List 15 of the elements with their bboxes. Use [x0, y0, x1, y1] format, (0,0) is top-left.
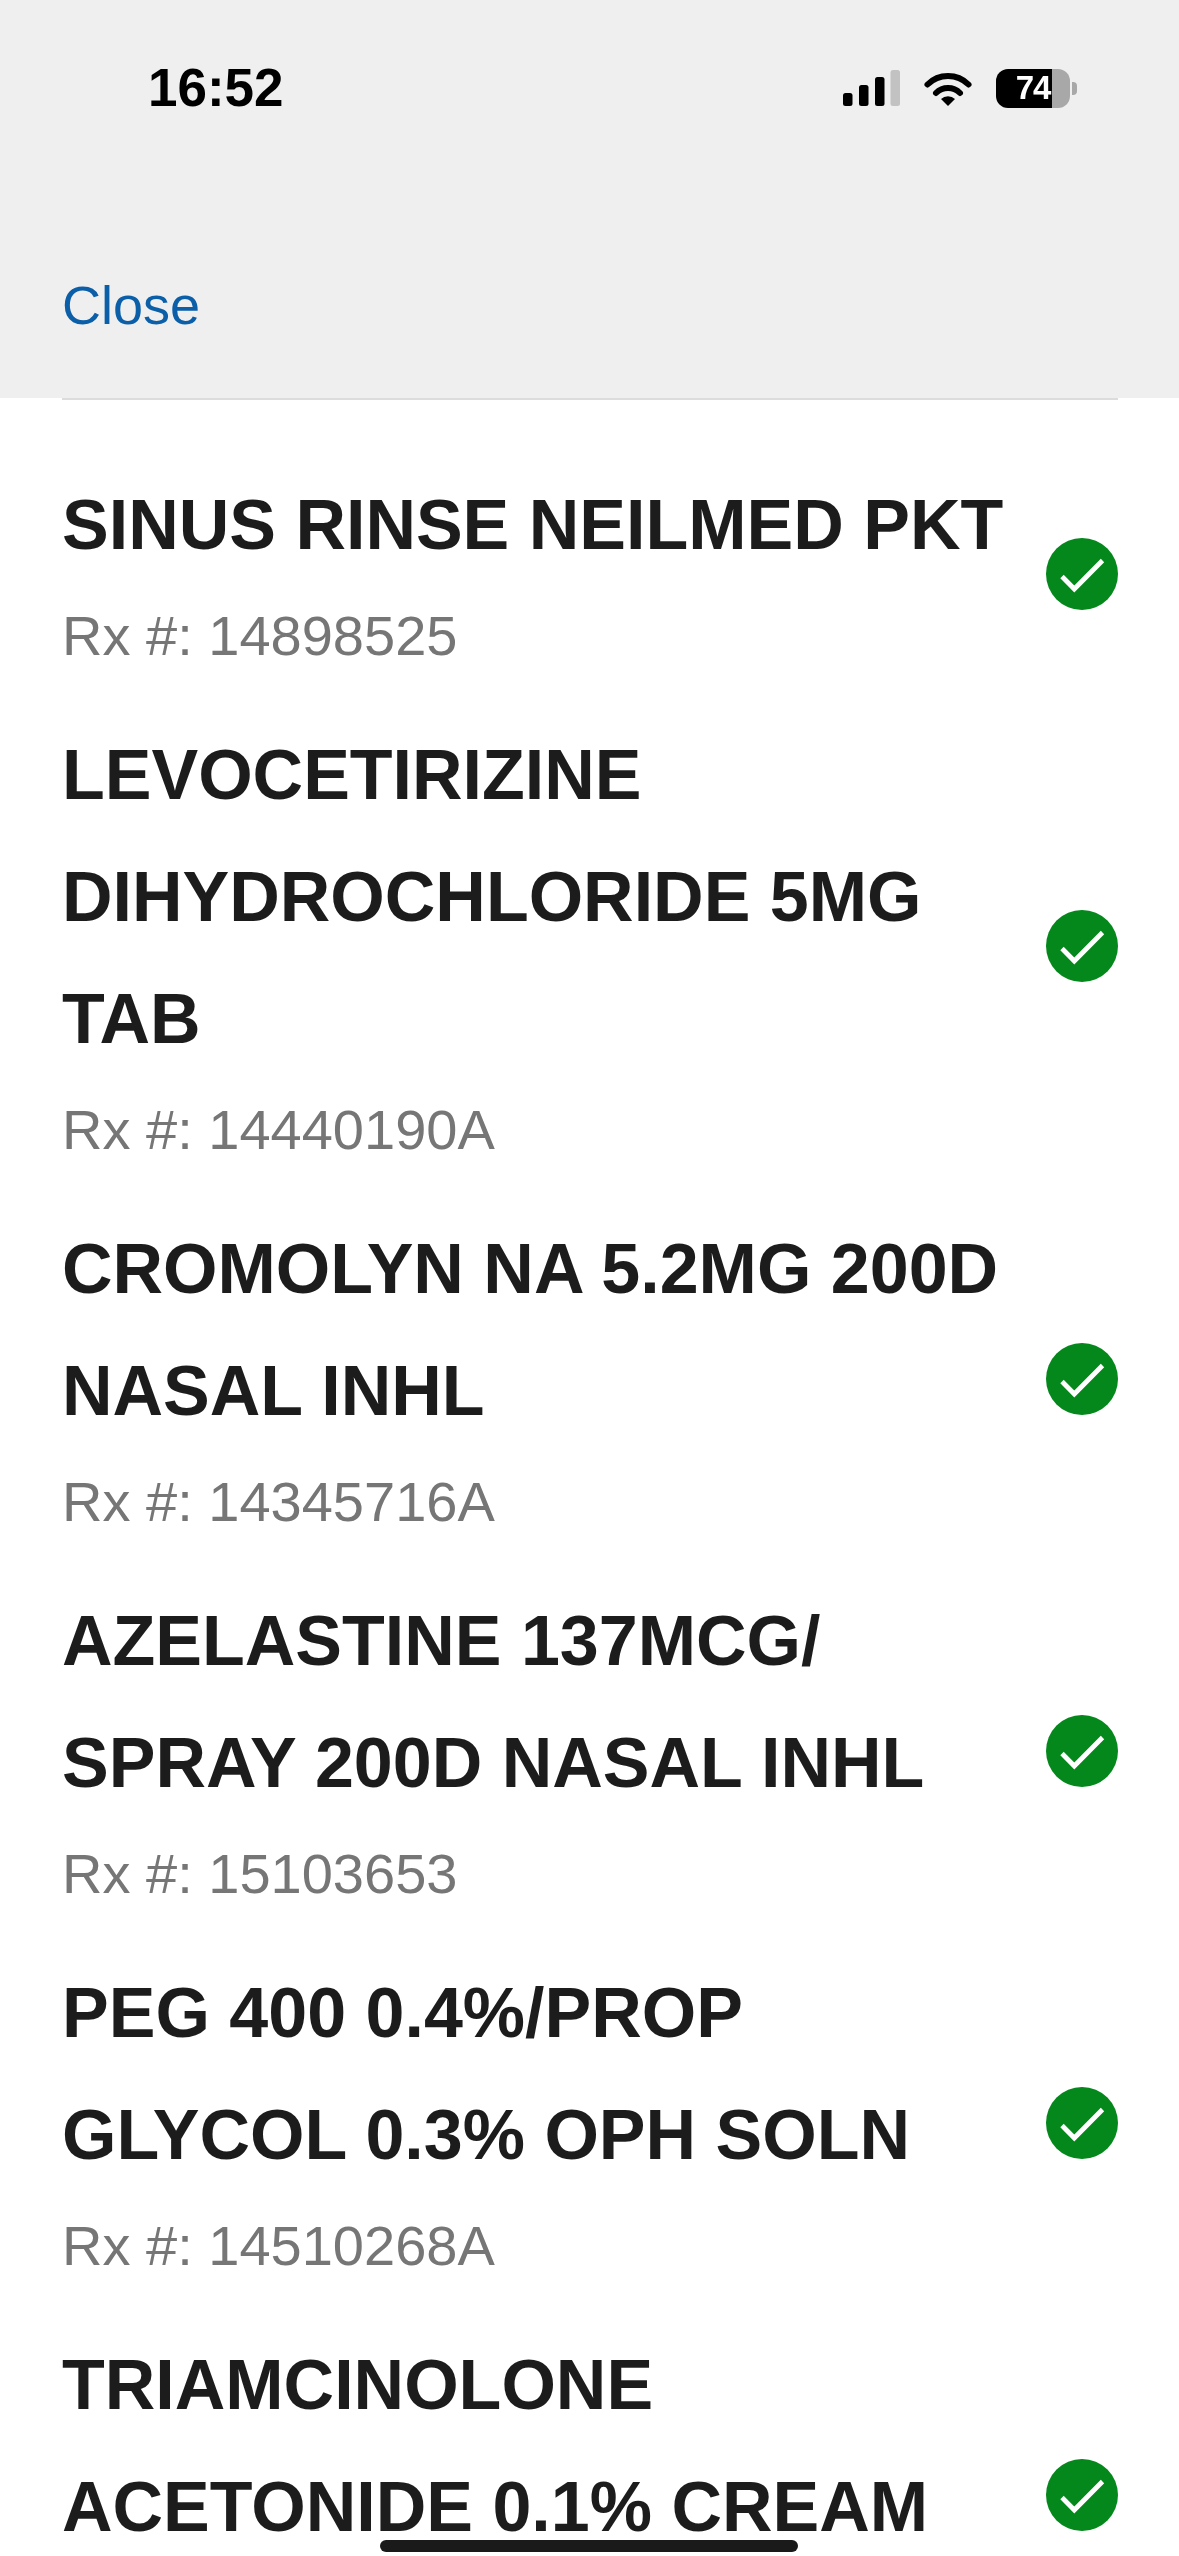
- medication-name: CROMOLYN NA 5.2MG 200D NASAL INHL: [62, 1229, 1000, 1432]
- prescription-number: Rx #: 14440190A: [62, 1097, 496, 1163]
- prescription-number: Rx #: 14898525: [62, 603, 459, 669]
- medication-name: TRIAMCINOLONE ACETONIDE 0.1% CREAM: [62, 2345, 930, 2538]
- prescription-number: Rx #: 14510268A: [62, 2213, 496, 2279]
- medication-name: AZELASTINE 137MCG/SPRAY 200D NASAL INHL: [62, 1601, 926, 1804]
- battery-percentage: 74: [1015, 70, 1051, 106]
- signal-icon: [843, 70, 900, 106]
- close-button[interactable]: Close: [62, 275, 201, 335]
- status-time: 16:52: [148, 58, 284, 118]
- medication-name: LEVOCETIRIZINE DIHYDROCHLORIDE 5MG TAB: [62, 735, 923, 1060]
- medication-name: PEG 400 0.4%/PROP GLYCOL 0.3% OPH SOLN: [62, 1973, 911, 2176]
- medication-name: SINUS RINSE NEILMED PKT: [62, 485, 1005, 566]
- prescription-number: Rx #: 15103653: [62, 1841, 459, 1907]
- prescription-number: Rx #: 14345716A: [62, 1469, 496, 1535]
